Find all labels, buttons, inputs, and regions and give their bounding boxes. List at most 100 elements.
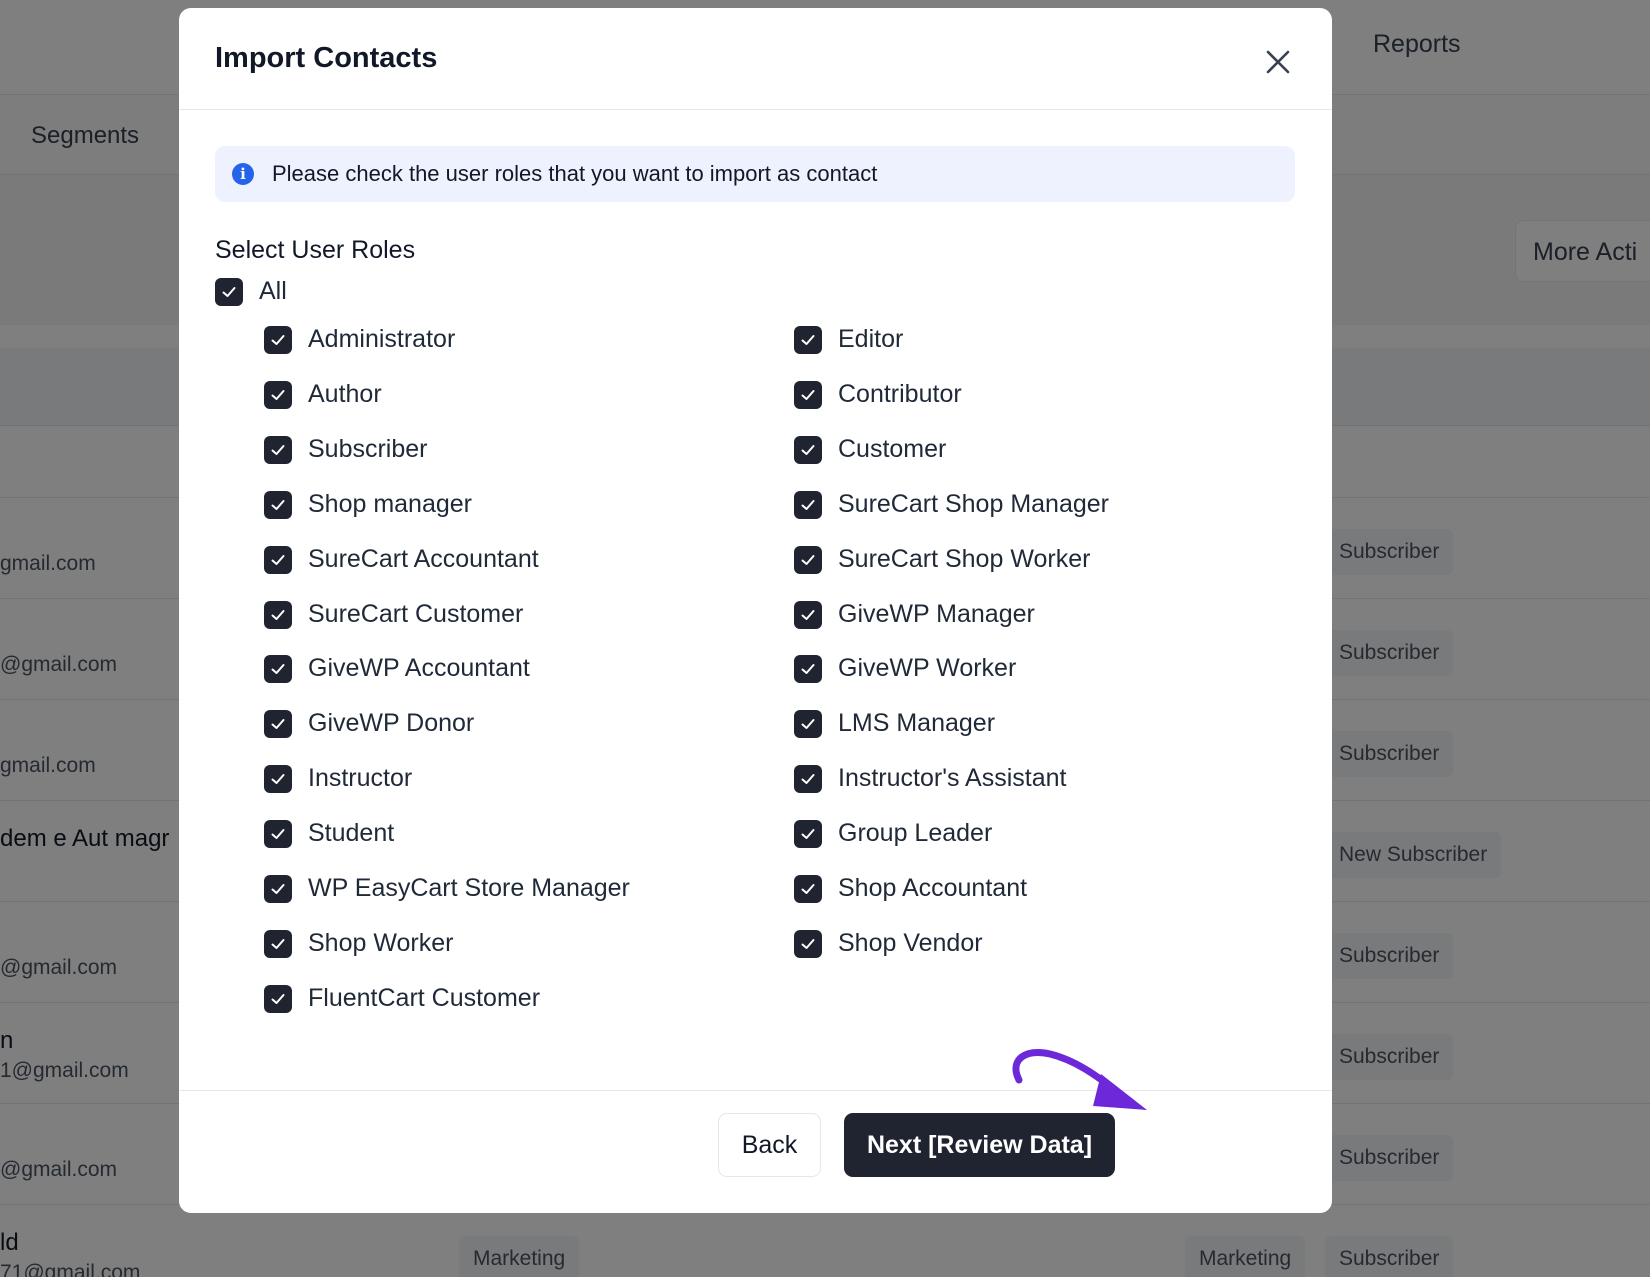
checkbox[interactable] xyxy=(264,929,292,958)
check-icon xyxy=(801,609,815,620)
role-checkbox[interactable]: Instructor xyxy=(264,764,412,793)
checkbox[interactable] xyxy=(794,654,822,683)
role-label: LMS Manager xyxy=(838,709,996,737)
check-icon xyxy=(271,609,285,620)
checkbox[interactable] xyxy=(794,874,822,903)
role-label: SureCart Accountant xyxy=(308,545,539,573)
checkbox[interactable] xyxy=(264,709,292,738)
role-label: GiveWP Worker xyxy=(838,654,1017,682)
back-button[interactable]: Back xyxy=(718,1113,821,1177)
role-label: GiveWP Manager xyxy=(838,600,1035,628)
info-icon: i xyxy=(232,163,254,185)
role-checkbox[interactable]: Administrator xyxy=(264,325,455,354)
check-icon xyxy=(801,828,815,839)
check-icon xyxy=(271,554,285,565)
role-label: Editor xyxy=(838,325,904,353)
role-checkbox[interactable]: Editor xyxy=(794,325,903,354)
checkbox-label: All xyxy=(259,277,287,305)
check-icon xyxy=(801,334,815,345)
checkbox[interactable] xyxy=(264,819,292,848)
role-label: SureCart Shop Manager xyxy=(838,490,1109,518)
checkbox[interactable] xyxy=(264,874,292,903)
check-icon xyxy=(271,444,285,455)
checkbox[interactable] xyxy=(264,600,292,629)
role-label: Shop manager xyxy=(308,490,473,518)
checkbox[interactable] xyxy=(264,545,292,574)
checkbox[interactable] xyxy=(264,764,292,793)
checkbox[interactable] xyxy=(794,929,822,958)
role-checkbox[interactable]: Group Leader xyxy=(794,819,992,848)
close-icon xyxy=(1266,50,1290,74)
checkbox[interactable] xyxy=(794,819,822,848)
check-icon xyxy=(271,663,285,674)
role-label: Group Leader xyxy=(838,819,993,847)
checkbox[interactable] xyxy=(264,654,292,683)
role-checkbox[interactable]: SureCart Accountant xyxy=(264,545,539,574)
check-icon xyxy=(801,444,815,455)
role-checkbox[interactable]: Customer xyxy=(794,435,946,464)
role-checkbox[interactable]: Shop Vendor xyxy=(794,929,983,958)
modal-title: Import Contacts xyxy=(215,42,438,74)
role-label: GiveWP Accountant xyxy=(308,654,530,682)
check-icon xyxy=(271,389,285,400)
check-icon xyxy=(801,773,815,784)
check-icon xyxy=(271,718,285,729)
checkbox[interactable] xyxy=(264,490,292,519)
check-icon xyxy=(271,993,285,1004)
role-checkbox[interactable]: Shop Accountant xyxy=(794,874,1027,903)
checkbox[interactable] xyxy=(794,600,822,629)
checkbox[interactable] xyxy=(794,325,822,354)
checkbox[interactable] xyxy=(794,490,822,519)
role-checkbox[interactable]: Instructor's Assistant xyxy=(794,764,1066,793)
role-label: Shop Vendor xyxy=(838,929,983,957)
checkbox[interactable] xyxy=(215,277,243,306)
role-label: SureCart Customer xyxy=(308,600,524,628)
import-contacts-modal: Import Contacts i Please check the user … xyxy=(179,8,1332,1213)
checkbox[interactable] xyxy=(794,764,822,793)
checkbox[interactable] xyxy=(794,709,822,738)
role-checkbox[interactable]: SureCart Customer xyxy=(264,600,523,629)
role-checkbox[interactable]: GiveWP Worker xyxy=(794,654,1016,683)
checkbox[interactable] xyxy=(264,325,292,354)
role-checkbox[interactable]: GiveWP Manager xyxy=(794,600,1035,629)
role-checkbox[interactable]: SureCart Shop Worker xyxy=(794,545,1090,574)
checkbox[interactable] xyxy=(794,545,822,574)
check-icon xyxy=(801,663,815,674)
role-checkbox[interactable]: WP EasyCart Store Manager xyxy=(264,874,630,903)
role-label: Instructor xyxy=(308,764,413,792)
check-icon xyxy=(271,334,285,345)
role-checkbox[interactable]: Shop Worker xyxy=(264,929,453,958)
role-checkbox[interactable]: SureCart Shop Manager xyxy=(794,490,1109,519)
role-label: FluentCart Customer xyxy=(308,984,541,1012)
role-label: Shop Worker xyxy=(308,929,454,957)
next-review-data-button[interactable]: Next [Review Data] xyxy=(844,1113,1115,1177)
role-checkbox[interactable]: Student xyxy=(264,819,394,848)
role-checkbox[interactable]: Contributor xyxy=(794,380,962,409)
checkbox[interactable] xyxy=(264,984,292,1013)
role-checkbox[interactable]: LMS Manager xyxy=(794,709,995,738)
info-text: Please check the user roles that you wan… xyxy=(272,161,878,186)
role-checkbox[interactable]: Author xyxy=(264,380,382,409)
close-button[interactable] xyxy=(1258,42,1298,82)
role-label: WP EasyCart Store Manager xyxy=(308,874,630,902)
checkbox[interactable] xyxy=(794,435,822,464)
checkbox[interactable] xyxy=(264,435,292,464)
checkbox[interactable] xyxy=(264,380,292,409)
role-checkbox[interactable]: Shop manager xyxy=(264,490,472,519)
role-label: Administrator xyxy=(308,325,456,353)
role-checkbox[interactable]: GiveWP Donor xyxy=(264,709,474,738)
check-icon xyxy=(801,938,815,949)
role-label: Instructor's Assistant xyxy=(838,764,1067,792)
role-checkbox[interactable]: FluentCart Customer xyxy=(264,984,540,1013)
check-icon xyxy=(801,499,815,510)
role-label: Contributor xyxy=(838,380,962,408)
checkbox-all[interactable]: All xyxy=(215,277,287,306)
check-icon xyxy=(222,286,236,297)
annotation-arrow-icon xyxy=(1012,1049,1147,1110)
role-checkbox[interactable]: Subscriber xyxy=(264,435,428,464)
checkbox[interactable] xyxy=(794,380,822,409)
role-label: Student xyxy=(308,819,395,847)
check-icon xyxy=(271,828,285,839)
check-icon xyxy=(801,883,815,894)
role-checkbox[interactable]: GiveWP Accountant xyxy=(264,654,530,683)
